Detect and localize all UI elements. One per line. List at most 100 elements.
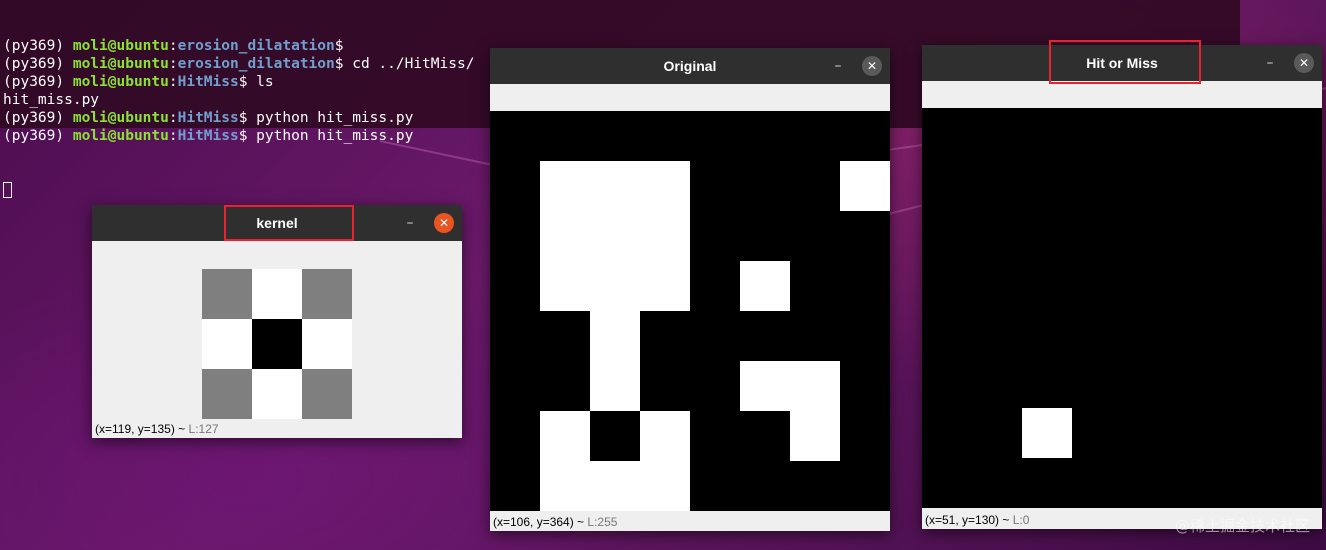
image-pixel (1272, 308, 1322, 358)
kernel-image[interactable] (202, 269, 352, 419)
image-pixel (490, 461, 540, 511)
kernel-window[interactable]: kernel – ✕ (x=119, y=135) ~ L:127 (92, 205, 462, 438)
image-pixel (540, 211, 590, 261)
image-pixel (1222, 108, 1272, 158)
image-pixel (252, 319, 302, 369)
terminal-text: (py369) (3, 56, 73, 72)
close-icon[interactable]: ✕ (1294, 53, 1314, 73)
image-pixel (640, 311, 690, 361)
image-pixel (540, 361, 590, 411)
terminal-text: moli@ubuntu (72, 74, 169, 90)
image-pixel (922, 308, 972, 358)
image-pixel (972, 108, 1022, 158)
terminal-text: moli@ubuntu (72, 110, 169, 126)
minimize-icon[interactable]: – (1261, 54, 1279, 72)
image-pixel (1072, 158, 1122, 208)
image-pixel (202, 269, 252, 319)
image-pixel (640, 461, 690, 511)
original-titlebar[interactable]: Original – ✕ (490, 48, 890, 84)
hitmiss-window[interactable]: Hit or Miss – ✕ (x=51, y=130) ~ L:0 (922, 45, 1322, 529)
terminal-text: HitMiss (177, 128, 239, 144)
terminal-text: (py369) (3, 74, 73, 90)
image-pixel (1122, 258, 1172, 308)
image-pixel (1172, 258, 1222, 308)
image-pixel (540, 111, 590, 161)
terminal-text: moli@ubuntu (72, 56, 169, 72)
terminal-text: HitMiss (177, 74, 239, 90)
image-pixel (640, 261, 690, 311)
terminal-text: : (168, 38, 178, 54)
image-pixel (690, 461, 740, 511)
image-pixel (790, 161, 840, 211)
image-pixel (1122, 458, 1172, 508)
image-pixel (1172, 308, 1222, 358)
image-pixel (1022, 458, 1072, 508)
image-pixel (1172, 208, 1222, 258)
image-pixel (490, 111, 540, 161)
image-pixel (540, 461, 590, 511)
hitmiss-status-coords: (x=51, y=130) ~ (925, 513, 1010, 527)
image-pixel (1022, 358, 1072, 408)
image-pixel (490, 361, 540, 411)
terminal-text: moli@ubuntu (72, 38, 169, 54)
image-pixel (1172, 408, 1222, 458)
image-pixel (922, 408, 972, 458)
image-pixel (1272, 408, 1322, 458)
image-pixel (1122, 208, 1172, 258)
image-pixel (540, 411, 590, 461)
image-pixel (1222, 458, 1272, 508)
image-pixel (1072, 358, 1122, 408)
image-pixel (590, 261, 640, 311)
image-pixel (1222, 408, 1272, 458)
watermark: @稀土掘金技术社区 (1174, 517, 1310, 535)
image-pixel (690, 311, 740, 361)
image-pixel (1272, 258, 1322, 308)
original-status-coords: (x=106, y=364) ~ (493, 515, 585, 529)
image-pixel (640, 111, 690, 161)
image-pixel (1022, 408, 1072, 458)
hitmiss-image[interactable] (922, 108, 1322, 508)
image-pixel (1122, 308, 1172, 358)
hitmiss-status-bar: (x=51, y=130) ~ L:0 (925, 513, 1029, 527)
image-pixel (790, 111, 840, 161)
kernel-titlebar[interactable]: kernel – ✕ (92, 205, 462, 241)
close-icon[interactable]: ✕ (862, 56, 882, 76)
image-pixel (840, 411, 890, 461)
close-icon[interactable]: ✕ (434, 213, 454, 233)
image-pixel (690, 361, 740, 411)
image-pixel (740, 411, 790, 461)
terminal-text: HitMiss (177, 110, 239, 126)
image-pixel (1272, 108, 1322, 158)
image-pixel (1272, 358, 1322, 408)
image-pixel (1172, 358, 1222, 408)
image-pixel (972, 358, 1022, 408)
image-pixel (690, 261, 740, 311)
image-pixel (1172, 108, 1222, 158)
image-pixel (740, 211, 790, 261)
kernel-status-bar: (x=119, y=135) ~ L:127 (95, 422, 219, 436)
image-pixel (302, 269, 352, 319)
minimize-icon[interactable]: – (829, 57, 847, 75)
original-window[interactable]: Original – ✕ (x=106, y=364) ~ L:255 (490, 48, 890, 531)
image-pixel (922, 108, 972, 158)
image-pixel (1172, 158, 1222, 208)
image-pixel (922, 258, 972, 308)
image-pixel (740, 161, 790, 211)
image-pixel (490, 261, 540, 311)
original-image[interactable] (490, 111, 890, 511)
hitmiss-titlebar[interactable]: Hit or Miss – ✕ (922, 45, 1322, 81)
image-pixel (972, 308, 1022, 358)
image-pixel (1072, 108, 1122, 158)
image-pixel (1022, 208, 1072, 258)
image-pixel (790, 311, 840, 361)
image-pixel (1222, 208, 1272, 258)
image-pixel (690, 111, 740, 161)
image-pixel (1272, 158, 1322, 208)
image-pixel (790, 211, 840, 261)
image-pixel (1072, 408, 1122, 458)
image-pixel (1022, 308, 1072, 358)
hitmiss-status-level: L:0 (1012, 513, 1030, 527)
minimize-icon[interactable]: – (401, 214, 419, 232)
image-pixel (972, 208, 1022, 258)
image-pixel (1272, 208, 1322, 258)
